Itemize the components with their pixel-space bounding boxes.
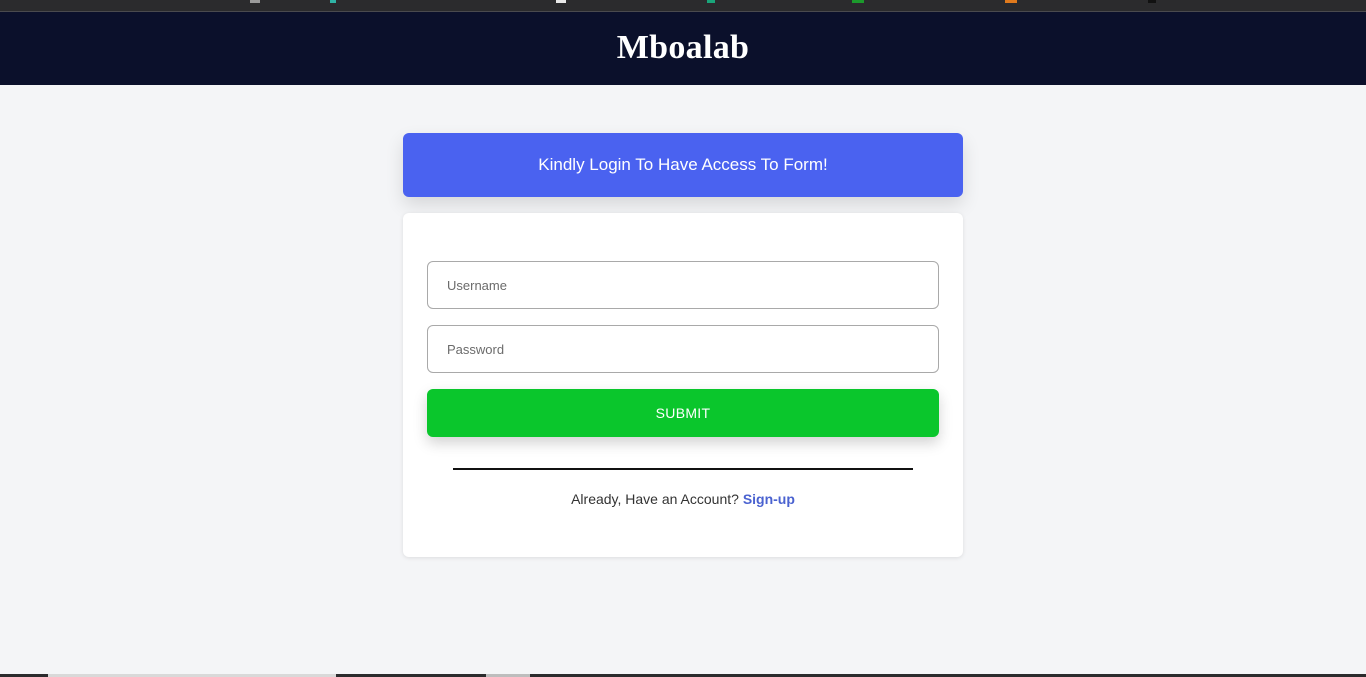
strip-icon [1005, 0, 1017, 3]
password-input[interactable] [427, 325, 939, 373]
signup-prompt: Already, Have an Account? Sign-up [403, 491, 963, 507]
strip-icon [1148, 0, 1156, 3]
submit-button[interactable]: SUBMIT [427, 389, 939, 437]
divider [453, 468, 913, 470]
brand-title: Mboalab [616, 28, 750, 66]
login-notice-banner: Kindly Login To Have Access To Form! [403, 133, 963, 197]
browser-top-strip [0, 0, 1366, 12]
login-card: SUBMIT Already, Have an Account? Sign-up [403, 213, 963, 557]
strip-icon [852, 0, 864, 3]
strip-icon [330, 0, 336, 3]
strip-icon [250, 0, 260, 3]
signup-prompt-text: Already, Have an Account? [571, 491, 739, 507]
strip-icon [707, 0, 715, 3]
login-notice-text: Kindly Login To Have Access To Form! [538, 155, 828, 174]
username-input[interactable] [427, 261, 939, 309]
signup-link[interactable]: Sign-up [743, 491, 795, 507]
strip-icon [556, 0, 566, 3]
site-header: Mboalab [0, 12, 1366, 85]
